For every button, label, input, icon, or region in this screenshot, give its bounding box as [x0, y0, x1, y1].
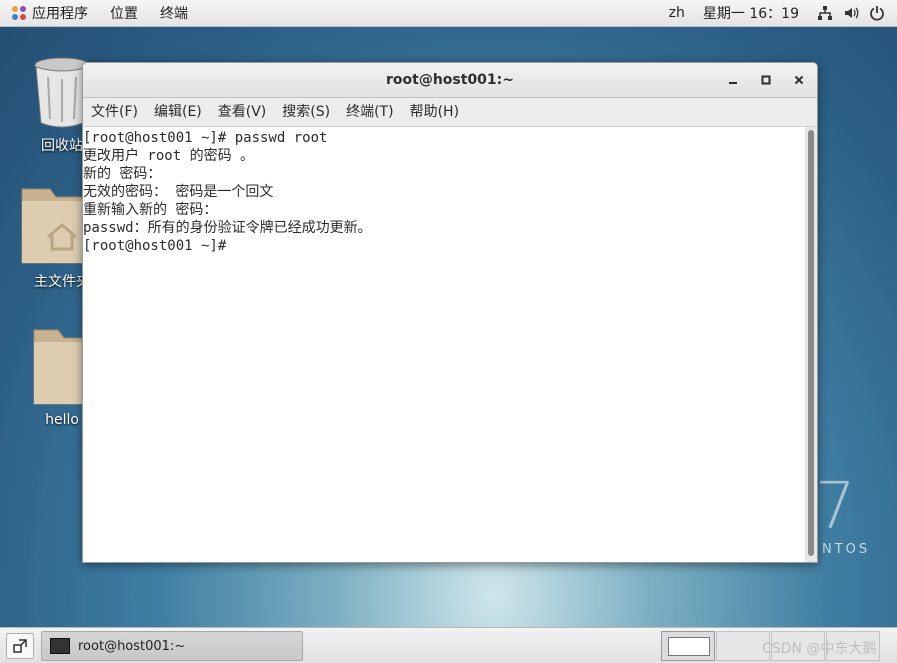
menu-search[interactable]: 搜索(S) [274, 98, 338, 126]
clock[interactable]: 星期一 16：19 [703, 3, 799, 23]
applications-icon [12, 6, 26, 20]
taskbar-window-label: root@host001:~ [78, 638, 186, 654]
terminal-scrollbar[interactable] [805, 127, 817, 562]
scrollbar-thumb[interactable] [808, 130, 814, 556]
input-language-indicator[interactable]: zh [669, 5, 685, 21]
terminal-line: passwd：所有的身份验证令牌已经成功更新。 [83, 220, 372, 236]
places-label: 位置 [110, 6, 138, 22]
terminal-line: 新的 密码： [83, 166, 162, 182]
menu-view[interactable]: 查看(V) [210, 98, 275, 126]
top-panel: 应用程序 位置 终端 zh 星期一 16：19 [0, 0, 897, 27]
window-title: root@host001:~ [386, 72, 514, 88]
terminal-line: [root@host001 ~]# passwd root [83, 130, 328, 146]
volume-icon[interactable] [843, 5, 859, 21]
places-menu[interactable]: 位置 [106, 0, 142, 26]
applications-menu[interactable]: 应用程序 [8, 0, 92, 26]
window-titlebar[interactable]: root@host001:~ [83, 63, 817, 98]
terminal-line: 重新输入新的 密码： [83, 202, 218, 218]
window-menubar: 文件(F) 编辑(E) 查看(V) 搜索(S) 终端(T) 帮助(H) [83, 98, 817, 127]
terminal-line: 更改用户 root 的密码 。 [83, 148, 255, 164]
close-icon [794, 75, 804, 85]
taskbar-window-button[interactable]: root@host001:~ [41, 631, 303, 661]
menu-edit[interactable]: 编辑(E) [146, 98, 210, 126]
terminal-icon [50, 638, 70, 654]
maximize-icon [761, 75, 771, 85]
minimize-icon [729, 82, 737, 84]
bottom-panel: root@host001:~ CSDN @中东大鹅 [0, 627, 897, 663]
terminal-line: 无效的密码： 密码是一个回文 [83, 184, 274, 200]
maximize-button[interactable] [756, 70, 776, 90]
csdn-watermark: CSDN @中东大鹅 [762, 641, 877, 657]
applications-label: 应用程序 [32, 6, 88, 22]
power-icon[interactable] [869, 5, 885, 21]
menu-terminal[interactable]: 终端(T) [338, 98, 401, 126]
centos-logo-seven: 7 [815, 470, 856, 544]
terminal-app-label: 终端 [160, 6, 188, 22]
terminal-window: root@host001:~ 文件(F) 编辑(E) 查看(V) 搜索(S) 终… [82, 62, 818, 563]
terminal-prompt-line: [root@host001 ~]# [83, 238, 235, 254]
menu-help[interactable]: 帮助(H) [402, 98, 467, 126]
show-desktop-icon [13, 639, 27, 653]
terminal-output[interactable]: [root@host001 ~]# passwd root 更改用户 root … [83, 127, 805, 562]
centos-logo-text: NTOS [822, 542, 871, 557]
menu-file[interactable]: 文件(F) [83, 98, 146, 126]
show-desktop-button[interactable] [6, 633, 34, 659]
workspace-switcher-1[interactable] [661, 631, 715, 661]
terminal-app-menu[interactable]: 终端 [156, 0, 192, 26]
minimize-button[interactable] [723, 70, 743, 90]
network-icon[interactable] [817, 5, 833, 21]
close-button[interactable] [789, 70, 809, 90]
